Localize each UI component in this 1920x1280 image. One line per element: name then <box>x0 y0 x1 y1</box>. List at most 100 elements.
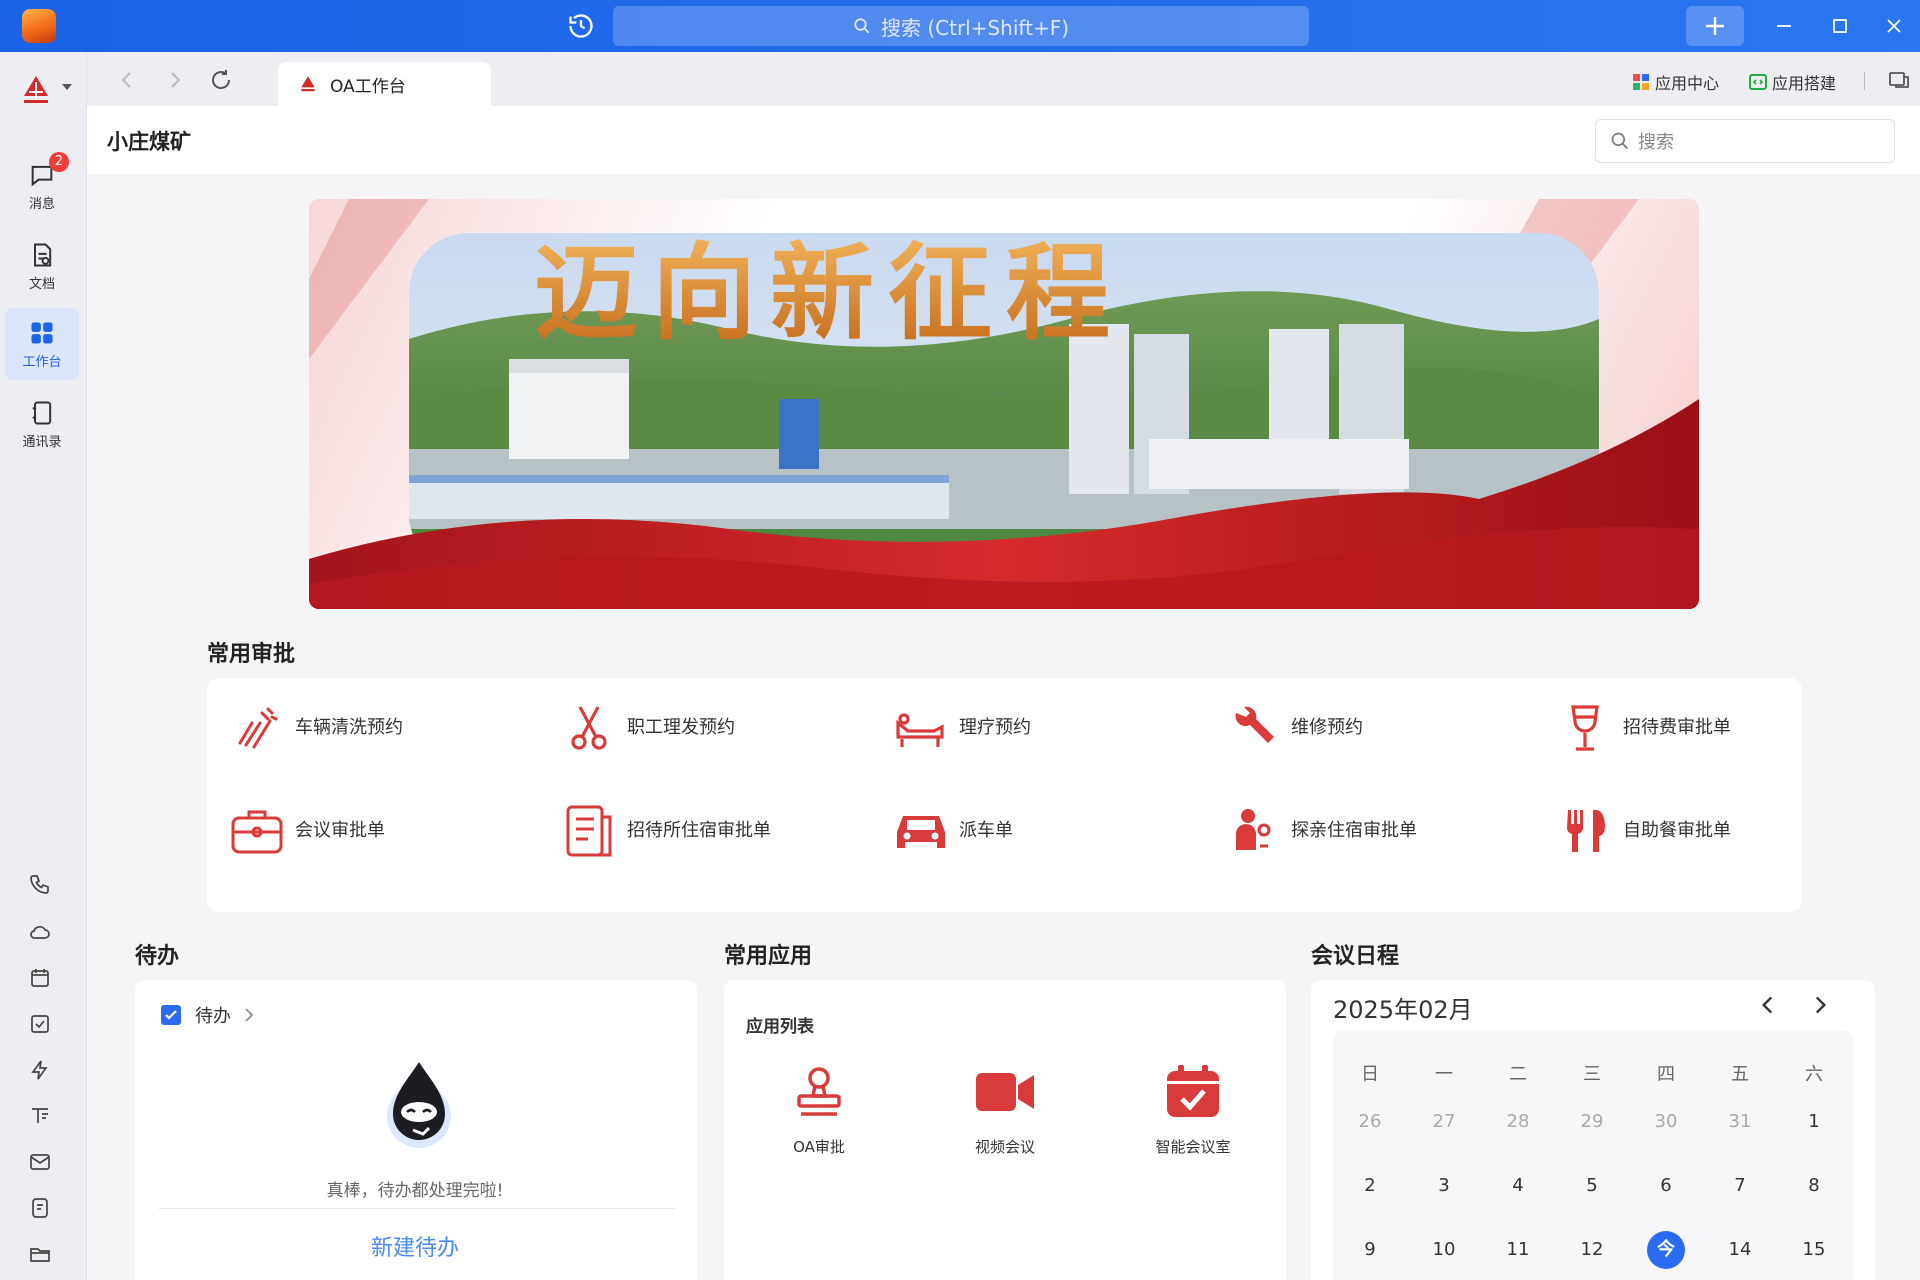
global-search-bar[interactable]: 搜索 (Ctrl+Shift+F) <box>613 6 1309 46</box>
approval-item-hospitality-fee[interactable]: 招待费审批单 <box>1555 695 1855 761</box>
nav-label: 通讯录 <box>22 434 62 450</box>
approvals-section-title: 常用审批 <box>207 642 296 667</box>
approval-item-buffet[interactable]: 自助餐审批单 <box>1555 798 1855 864</box>
calendar-day[interactable]: 31 <box>1703 1104 1777 1140</box>
todo-filter[interactable]: 待办 <box>161 1002 255 1028</box>
search-icon <box>1611 132 1629 150</box>
wine-glass-icon <box>1555 698 1615 758</box>
forward-button[interactable] <box>163 68 187 92</box>
phone-icon[interactable] <box>26 870 54 898</box>
approval-item-meeting[interactable]: 会议审批单 <box>227 798 527 864</box>
app-center-link[interactable]: 应用中心 <box>1632 70 1719 94</box>
org-logo[interactable] <box>18 72 54 108</box>
form-icon[interactable] <box>26 1102 54 1130</box>
video-camera-icon <box>973 1060 1037 1124</box>
maximize-button[interactable] <box>1826 12 1854 40</box>
approval-item-repair[interactable]: 维修预约 <box>1223 695 1523 761</box>
calendar-day[interactable]: 7 <box>1703 1168 1777 1204</box>
calendar-day[interactable]: 2 <box>1333 1168 1407 1204</box>
calendar-prev-button[interactable] <box>1755 992 1781 1018</box>
close-button[interactable] <box>1880 12 1908 40</box>
calendar-day[interactable]: 29 <box>1555 1104 1629 1140</box>
calendar-weekday: 四 <box>1657 1064 1675 1085</box>
approval-item-haircut[interactable]: 职工理发预约 <box>559 695 859 761</box>
page-search-input[interactable]: 搜索 <box>1595 119 1895 163</box>
approval-item-physiotherapy[interactable]: 理疗预约 <box>891 695 1191 761</box>
app-item-oa-approval[interactable]: OA审批 <box>744 1060 894 1157</box>
approval-item-dispatch[interactable]: 派车单 <box>891 798 1191 864</box>
nav-item-workbench[interactable]: 工作台 <box>5 308 79 380</box>
back-button[interactable] <box>115 68 139 92</box>
calendar-weekday: 一 <box>1435 1064 1453 1085</box>
cloud-icon[interactable] <box>26 918 54 946</box>
checkbox-icon <box>161 1005 181 1025</box>
todo-empty-text: 真棒，待办都处理完啦! <box>326 1181 504 1201</box>
org-tab-icon <box>301 76 315 92</box>
calendar-day[interactable]: 11 <box>1481 1232 1555 1268</box>
calendar-day[interactable]: 10 <box>1407 1232 1481 1268</box>
notes-icon[interactable] <box>26 1194 54 1222</box>
grid-icon <box>31 322 53 343</box>
calendar-day[interactable]: 26 <box>1333 1104 1407 1140</box>
refresh-button[interactable] <box>209 68 233 92</box>
mail-icon[interactable] <box>26 1148 54 1176</box>
tab-bar: OA工作台 应用中心 应用搭建 <box>87 52 1920 106</box>
app-builder-label: 应用搭建 <box>1772 74 1837 93</box>
chevron-right-icon <box>245 1008 254 1022</box>
calendar-day[interactable]: 8 <box>1777 1168 1851 1204</box>
app-center-label: 应用中心 <box>1655 74 1720 93</box>
calendar-day[interactable]: 1 <box>1777 1104 1851 1140</box>
calendar-icon[interactable] <box>26 964 54 992</box>
approval-item-family-visit[interactable]: 探亲住宿审批单 <box>1223 798 1523 864</box>
calendar-next-button[interactable] <box>1807 992 1833 1018</box>
calendar-day[interactable]: 3 <box>1407 1168 1481 1204</box>
tab-label: OA工作台 <box>330 76 406 97</box>
calendar-day[interactable]: 12 <box>1555 1232 1629 1268</box>
calendar-day[interactable]: 27 <box>1407 1104 1481 1140</box>
todo-head-label: 待办 <box>195 1006 231 1027</box>
chevron-down-icon[interactable] <box>62 84 72 90</box>
code-icon <box>1749 74 1767 90</box>
calendar-day[interactable]: 6 <box>1629 1168 1703 1204</box>
calendar-day[interactable]: 9 <box>1333 1232 1407 1268</box>
approval-item-guesthouse[interactable]: 招待所住宿审批单 <box>559 798 859 864</box>
new-todo-button[interactable]: 新建待办 <box>135 1230 695 1262</box>
left-navigation: 消息 2 文档 工作台 通讯录 <box>0 52 87 1280</box>
calendar-day[interactable]: 30 <box>1629 1104 1703 1140</box>
nav-item-documents[interactable]: 文档 <box>5 230 79 302</box>
history-icon[interactable] <box>567 12 595 40</box>
nav-label: 工作台 <box>22 354 62 370</box>
approval-label: 探亲住宿审批单 <box>1291 820 1417 841</box>
calendar-day[interactable]: 5 <box>1555 1168 1629 1204</box>
calendar-day[interactable]: 14 <box>1703 1232 1777 1268</box>
nav-item-messages[interactable]: 消息 2 <box>5 150 79 222</box>
screen-share-icon[interactable] <box>1887 68 1911 92</box>
calendar-day[interactable]: 28 <box>1481 1104 1555 1140</box>
workbench-content: 小庄煤矿 搜索 迈向新征程 常用审批 车辆清洗预约 职工理发预约 理疗预约 维修… <box>87 106 1920 1280</box>
lightning-icon[interactable] <box>26 1056 54 1084</box>
app-builder-link[interactable]: 应用搭建 <box>1749 70 1836 94</box>
app-item-smart-meeting-room[interactable]: 智能会议室 <box>1118 1060 1268 1157</box>
calendar-check-icon <box>1161 1060 1225 1124</box>
banner-slogan: 迈向新征程 <box>534 231 1124 354</box>
calendar-day[interactable]: 4 <box>1481 1168 1555 1204</box>
app-label: 智能会议室 <box>1155 1138 1231 1156</box>
approval-item-car-wash[interactable]: 车辆清洗预约 <box>227 695 527 761</box>
calendar-day-today[interactable]: 今 <box>1629 1232 1703 1268</box>
app-item-video-meeting[interactable]: 视频会议 <box>930 1060 1080 1157</box>
unread-badge: 2 <box>49 152 69 172</box>
folder-icon[interactable] <box>26 1240 54 1268</box>
tab-oa-workbench[interactable]: OA工作台 <box>278 62 491 106</box>
plus-icon <box>1706 17 1724 35</box>
calendar-day[interactable]: 15 <box>1777 1232 1851 1268</box>
chevron-left-icon <box>1761 996 1773 1014</box>
wrench-icon <box>1223 698 1283 758</box>
nav-item-contacts[interactable]: 通讯录 <box>5 388 79 460</box>
approval-label: 会议审批单 <box>295 820 385 841</box>
app-logo[interactable] <box>22 9 56 43</box>
task-check-icon[interactable] <box>26 1010 54 1038</box>
banner-image[interactable]: 迈向新征程 <box>309 199 1699 609</box>
todo-panel: 待办 真棒，待办都处理完啦! 新建待办 <box>135 980 697 1280</box>
minimize-button[interactable] <box>1770 12 1798 40</box>
add-button[interactable] <box>1686 6 1744 46</box>
